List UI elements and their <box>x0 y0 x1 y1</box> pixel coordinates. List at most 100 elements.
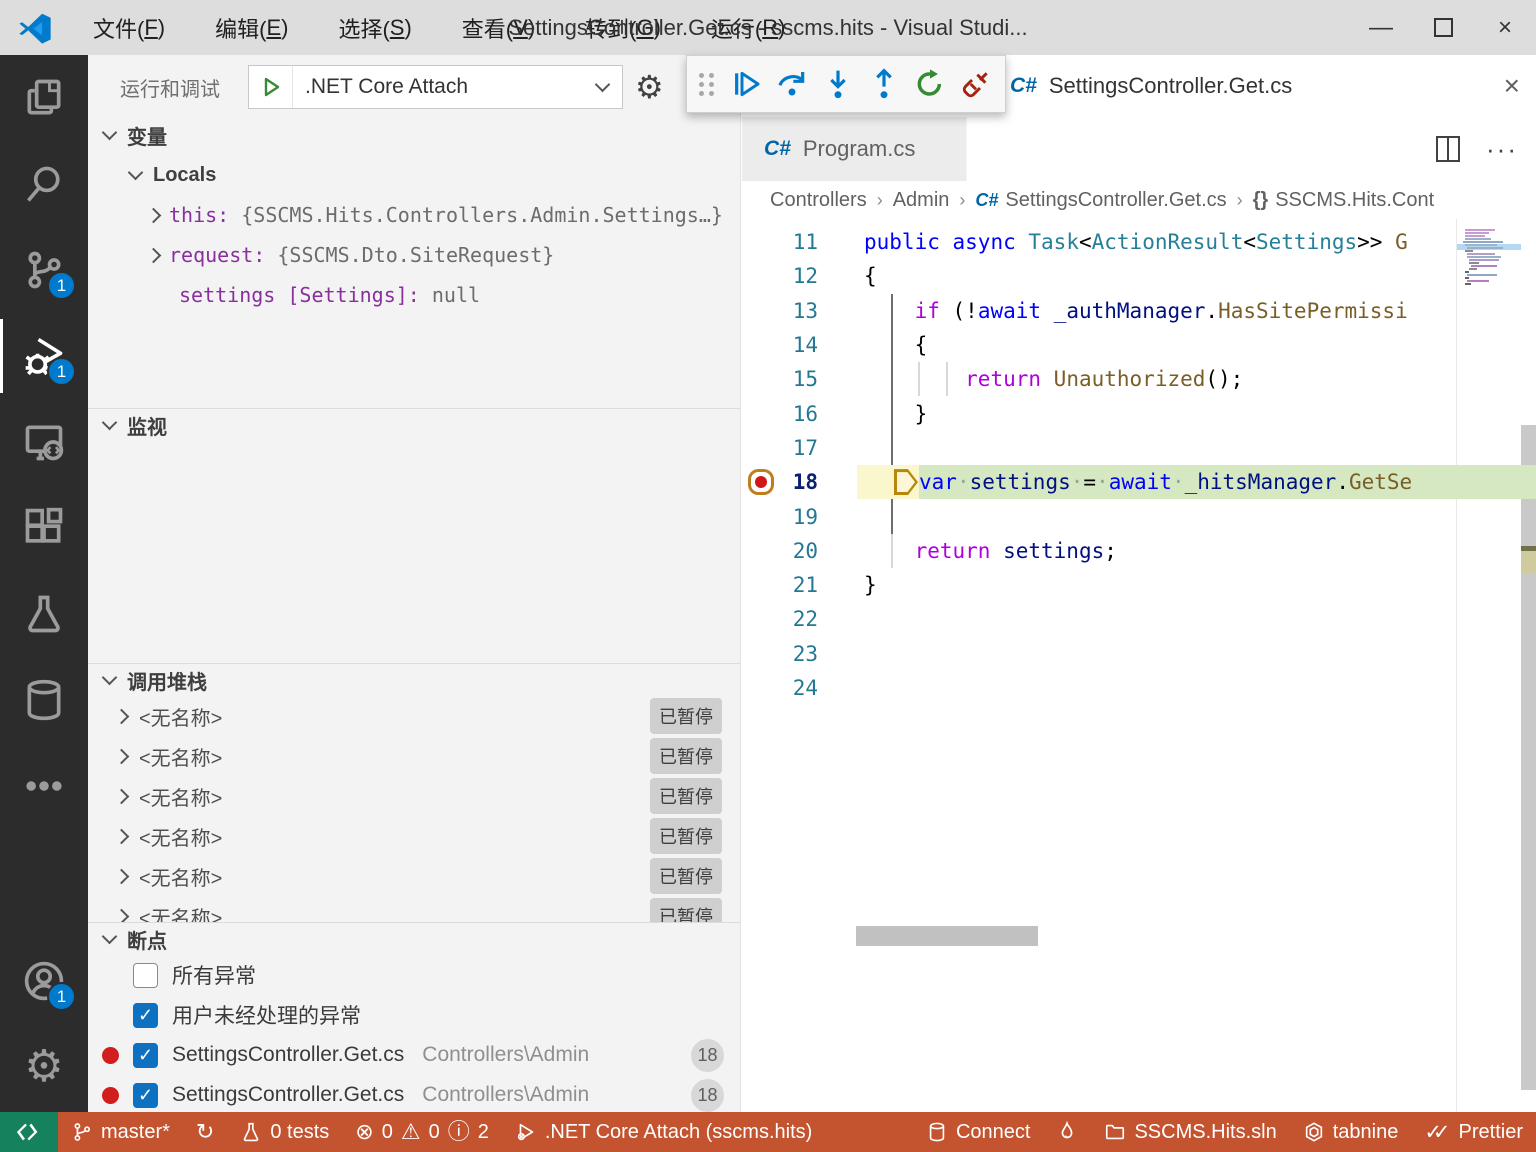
code-line: 13 if (!await _authManager.HasSitePermis… <box>742 294 1536 328</box>
remote-indicator[interactable] <box>0 1112 58 1152</box>
frame-label: <无名称> <box>139 862 638 891</box>
breadcrumb-item[interactable]: C#SettingsController.Get.cs <box>975 189 1226 212</box>
code-line: 21} <box>742 568 1536 602</box>
breakpoint-dot-icon <box>102 967 119 984</box>
breadcrumb-item[interactable]: {}SSCMS.Hits.Cont <box>1253 189 1435 212</box>
breadcrumb-item[interactable]: Controllers <box>770 189 867 212</box>
activitybar-source-control[interactable]: 1 <box>0 227 88 313</box>
debug-toolbar <box>686 55 1006 113</box>
vertical-scrollbar[interactable] <box>1521 219 1536 1112</box>
watch-header[interactable]: 监视 <box>88 409 740 441</box>
disconnect-button[interactable] <box>953 61 999 107</box>
activitybar-extensions[interactable] <box>0 485 88 571</box>
restart-button[interactable] <box>907 61 953 107</box>
paused-badge: 已暂停 <box>650 818 722 854</box>
call-stack-frame[interactable]: <无名称>已暂停 <box>88 856 740 896</box>
remote-explorer-icon <box>22 420 66 464</box>
variables-header[interactable]: 变量 <box>88 119 740 151</box>
chevron-right-icon: › <box>875 190 885 211</box>
close-tab-icon[interactable]: × <box>1504 70 1520 102</box>
menu-item[interactable]: 查看(V) <box>437 0 560 55</box>
code-area[interactable]: 11public async Task<ActionResult<Setting… <box>742 219 1536 1112</box>
breakpoint-glyph-icon[interactable] <box>748 469 774 495</box>
activitybar-testing[interactable] <box>0 571 88 657</box>
statusbar-solution[interactable]: SSCMS.Hits.sln <box>1091 1112 1289 1152</box>
launch-config-dropdown[interactable]: .NET Core Attach <box>248 65 623 109</box>
activitybar-more[interactable] <box>0 743 88 829</box>
breakpoint-checkbox[interactable]: ✓ <box>133 1043 158 1068</box>
chevron-right-icon <box>114 708 130 724</box>
continue-button[interactable] <box>723 61 769 107</box>
symbol-namespace-icon: {} <box>1253 189 1269 212</box>
breadcrumb[interactable]: Controllers›Admin›C#SettingsController.G… <box>742 181 1536 219</box>
statusbar-problems[interactable]: ⊗0⚠0ⓘ2 <box>342 1112 502 1152</box>
call-stack-frame[interactable]: <无名称>已暂停 <box>88 816 740 856</box>
breadcrumb-item[interactable]: Admin <box>893 189 950 212</box>
step-over-button[interactable] <box>769 61 815 107</box>
statusbar-git-branch[interactable]: master* <box>58 1112 183 1152</box>
label: 0 tests <box>270 1121 329 1144</box>
statusbar-prettier[interactable]: ✓✓Prettier <box>1411 1112 1536 1152</box>
overview-ruler-breakpoint-mark <box>1521 551 1536 573</box>
call-stack-frame[interactable]: <无名称>已暂停 <box>88 736 740 776</box>
minimap[interactable] <box>1456 219 1521 1112</box>
variable-row[interactable]: request: {SSCMS.Dto.SiteRequest} <box>88 235 740 275</box>
warning-count: 0 <box>429 1121 440 1144</box>
csharp-file-icon: C# <box>1010 74 1037 98</box>
minimize-button[interactable]: — <box>1350 0 1412 55</box>
start-debug-icon[interactable] <box>249 66 293 108</box>
activitybar-remote-explorer[interactable] <box>0 399 88 485</box>
menu-item[interactable]: 文件(F) <box>68 0 190 55</box>
call-stack-frame[interactable]: <无名称>已暂停 <box>88 896 740 922</box>
label: tabnine <box>1333 1121 1399 1144</box>
close-button[interactable]: × <box>1474 0 1536 55</box>
statusbar-tabnine[interactable]: tabnine <box>1290 1112 1412 1152</box>
breakpoint-checkbox[interactable]: ✓ <box>133 1083 158 1108</box>
variable-name: settings [Settings]: <box>179 283 420 307</box>
statusbar-flame[interactable] <box>1043 1112 1091 1152</box>
activitybar-database[interactable] <box>0 657 88 743</box>
activitybar-accounts[interactable]: 1 <box>0 938 88 1024</box>
breakpoint-checkbox[interactable]: ✓ <box>133 1003 158 1028</box>
split-editor-icon[interactable] <box>1436 136 1460 162</box>
step-out-button[interactable] <box>861 61 907 107</box>
call-stack-header[interactable]: 调用堆栈 <box>88 664 740 696</box>
variable-row[interactable]: settings [Settings]: null <box>88 275 740 315</box>
breakpoint-row[interactable]: ✓用户未经处理的异常 <box>88 995 740 1035</box>
breakpoints-header[interactable]: 断点 <box>88 923 740 955</box>
vertical-scrollbar-slider[interactable] <box>1521 425 1536 1090</box>
breakpoint-row[interactable]: 所有异常 <box>88 955 740 995</box>
statusbar-tests[interactable]: 0 tests <box>227 1112 342 1152</box>
breakpoint-line-badge: 18 <box>691 1039 724 1072</box>
call-stack-frame[interactable]: <无名称>已暂停 <box>88 776 740 816</box>
code-line: 22 <box>742 602 1536 636</box>
breakpoint-row[interactable]: ✓SettingsController.Get.csControllers\Ad… <box>88 1075 740 1112</box>
menu-item[interactable]: 转到(G) <box>560 0 686 55</box>
call-stack-frame[interactable]: <无名称>已暂停 <box>88 696 740 736</box>
statusbar-db-connect[interactable]: Connect <box>913 1112 1044 1152</box>
menu-item[interactable]: 编辑(E) <box>190 0 313 55</box>
activitybar-run-and-debug[interactable]: 1 <box>0 313 88 399</box>
step-into-button[interactable] <box>815 61 861 107</box>
menu-item[interactable]: 运行(R) <box>686 0 811 55</box>
variable-row[interactable]: this: {SSCMS.Hits.Controllers.Admin.Sett… <box>88 195 740 235</box>
flame-icon <box>1056 1121 1078 1143</box>
more-actions-icon[interactable]: ··· <box>1486 134 1518 165</box>
breakpoint-row[interactable]: ✓SettingsController.Get.csControllers\Ad… <box>88 1035 740 1075</box>
statusbar-sync[interactable]: ↻ <box>183 1112 227 1152</box>
debug-settings-gear-icon[interactable]: ⚙ <box>635 71 664 103</box>
statusbar-debug-session[interactable]: .NET Core Attach (sscms.hits) <box>502 1112 825 1152</box>
sidebar-title: 运行和调试 <box>120 73 220 102</box>
menu-item[interactable]: 选择(S) <box>313 0 436 55</box>
chevron-down-icon <box>102 414 118 430</box>
scope-locals[interactable]: Locals <box>88 155 740 195</box>
database-icon <box>926 1121 948 1143</box>
toolbar-drag-grip[interactable] <box>699 73 715 96</box>
activitybar-search[interactable] <box>0 141 88 227</box>
tab-program-cs[interactable]: C# Program.cs <box>742 117 967 181</box>
breakpoint-checkbox[interactable] <box>133 963 158 988</box>
activitybar-explorer[interactable] <box>0 55 88 141</box>
activitybar-settings[interactable]: ⚙ <box>0 1024 88 1110</box>
horizontal-scrollbar[interactable] <box>856 926 1038 946</box>
maximize-button[interactable] <box>1412 0 1474 55</box>
